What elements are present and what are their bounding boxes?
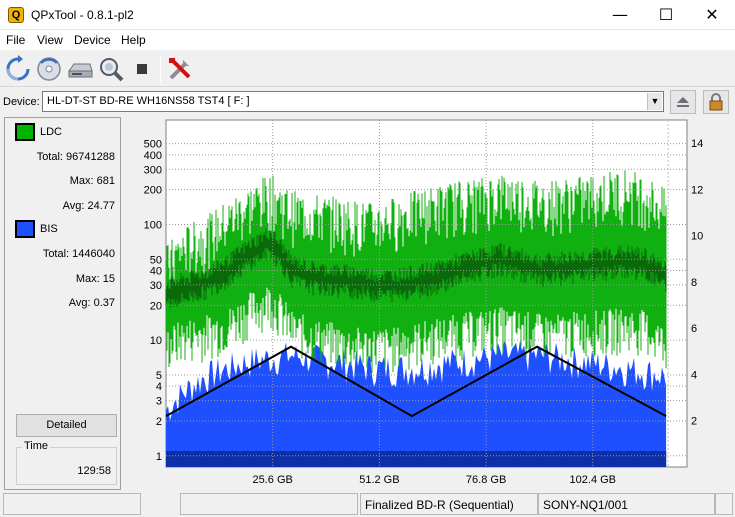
time-group: Time 129:58	[16, 440, 117, 485]
ldc-max: Max: 681	[69, 175, 115, 187]
status-disc-type: Finalized BD-R (Sequential)	[360, 493, 538, 515]
maximize-button[interactable]: ☐	[643, 0, 689, 30]
y-right-tick-label: 8	[691, 277, 697, 289]
eject-icon[interactable]	[670, 90, 696, 114]
y-right-tick-label: 4	[691, 369, 697, 381]
x-tick-label: 102.4 GB	[570, 474, 616, 486]
y-left-tick-label: 2	[156, 416, 162, 428]
ldc-total: Total: 96741288	[36, 151, 115, 163]
y-left-tick-label: 5	[156, 370, 162, 382]
bis-max: Max: 15	[75, 273, 115, 285]
title-bar: Q QPxTool - 0.8.1-pl2 — ☐ ✕	[0, 0, 735, 30]
y-left-tick-label: 100	[144, 219, 162, 231]
y-left-tick-label: 10	[150, 335, 162, 347]
settings-tools-icon[interactable]	[166, 55, 194, 83]
chevron-down-icon[interactable]: ▼	[647, 93, 662, 110]
status-bar: Finalized BD-R (Sequential) SONY-NQ1/001	[0, 491, 735, 517]
legend-panel: LDC Total: 96741288 Max: 681 Avg: 24.77 …	[4, 117, 121, 490]
detailed-button[interactable]: Detailed	[16, 414, 117, 437]
x-tick-label: 25.6 GB	[253, 474, 293, 486]
x-tick-label: 51.2 GB	[359, 474, 399, 486]
device-label: Device:	[3, 96, 40, 108]
y-left-tick-label: 4	[156, 381, 162, 393]
drive-info-icon[interactable]	[66, 55, 94, 83]
y-left-tick-label: 40	[150, 265, 162, 277]
menu-file[interactable]: File	[6, 33, 25, 47]
y-left-tick-label: 400	[144, 150, 162, 162]
stop-icon[interactable]	[128, 55, 156, 83]
y-right-tick-label: 12	[691, 184, 703, 196]
y-right-tick-label: 10	[691, 231, 703, 243]
status-cell-1	[3, 493, 141, 515]
scan-chart: 1234510203040501002003004005002468101214…	[144, 119, 703, 486]
y-right-tick-label: 6	[691, 323, 697, 335]
close-button[interactable]: ✕	[689, 0, 735, 30]
refresh-icon[interactable]	[4, 55, 32, 83]
y-left-tick-label: 200	[144, 185, 162, 197]
time-value: 129:58	[77, 465, 111, 477]
chart-panel: 1 2 3 4 5 10 20 30 40 50 100 200 300 400 500 2 4 6 8 10 12 14…	[124, 117, 733, 490]
status-cell-5	[715, 493, 733, 515]
y-left-tick-label: 3	[156, 396, 162, 408]
y-left-tick-label: 30	[150, 280, 162, 292]
bis-base-band	[166, 451, 667, 467]
bis-legend-label: BIS	[40, 223, 58, 235]
disc-scan-icon[interactable]	[35, 55, 63, 83]
y-left-tick-label: 1	[156, 451, 162, 463]
minimize-button[interactable]: —	[597, 0, 643, 30]
y-left-tick-label: 50	[150, 254, 162, 266]
y-right-tick-label: 2	[691, 416, 697, 428]
menu-device[interactable]: Device	[74, 33, 111, 47]
device-select[interactable]: HL-DT-ST BD-RE WH16NS58 TST4 [ F: ] ▼	[42, 91, 664, 112]
window-title: QPxTool - 0.8.1-pl2	[31, 8, 134, 22]
y-right-tick-label: 14	[691, 138, 703, 150]
device-select-value: HL-DT-ST BD-RE WH16NS58 TST4 [ F: ]	[47, 95, 250, 107]
menu-view[interactable]: View	[37, 33, 63, 47]
ldc-color-swatch[interactable]	[15, 123, 35, 141]
lock-icon[interactable]	[703, 90, 729, 114]
toolbar-separator	[160, 56, 161, 82]
bis-total: Total: 1446040	[42, 248, 115, 260]
menu-help[interactable]: Help	[121, 33, 146, 47]
status-media-id: SONY-NQ1/001	[538, 493, 715, 515]
menu-bar: File View Device Help	[0, 30, 735, 51]
ldc-legend-label: LDC	[40, 126, 63, 138]
y-left-tick-label: 300	[144, 164, 162, 176]
y-left-tick-label: 500	[144, 139, 162, 151]
bis-avg: Avg: 0.37	[68, 297, 115, 309]
time-label: Time	[22, 440, 51, 452]
bis-color-swatch[interactable]	[15, 220, 35, 238]
zoom-icon[interactable]	[97, 55, 125, 83]
app-logo-icon: Q	[8, 7, 24, 23]
device-bar: Device: HL-DT-ST BD-RE WH16NS58 TST4 [ F…	[0, 88, 735, 116]
ldc-avg: Avg: 24.77	[62, 200, 115, 212]
x-tick-label: 76.8 GB	[466, 474, 506, 486]
status-cell-2	[180, 493, 358, 515]
y-left-tick-label: 20	[150, 300, 162, 312]
toolbar	[0, 51, 735, 87]
